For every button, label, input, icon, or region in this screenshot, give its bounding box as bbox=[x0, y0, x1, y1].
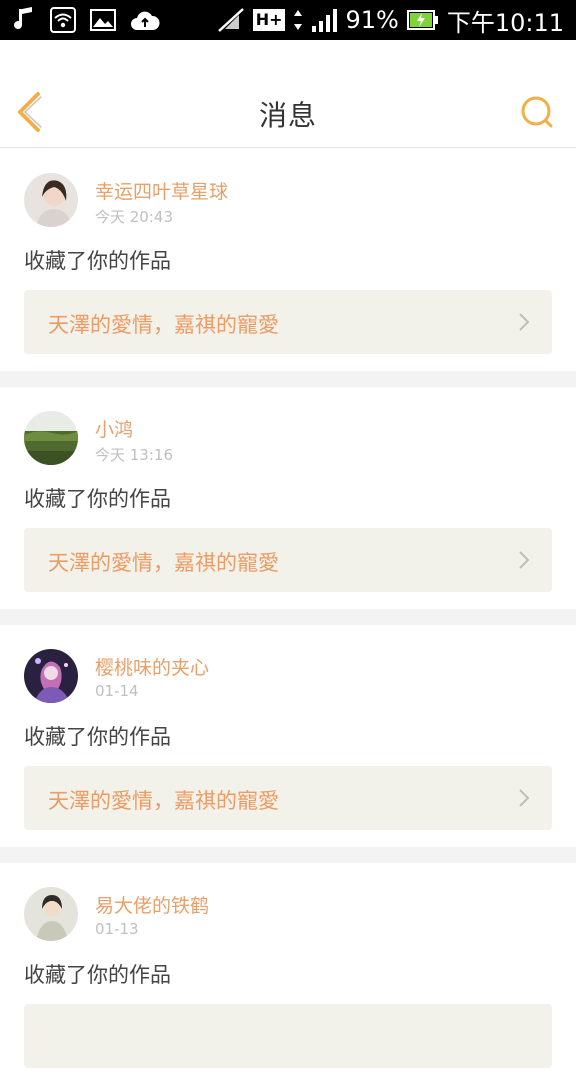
status-bar: H+ 91% 下午10:11 bbox=[0, 0, 576, 40]
header: 消息 bbox=[0, 40, 576, 148]
work-link[interactable]: 天澤的愛情，嘉祺的寵愛 bbox=[24, 290, 552, 354]
clock: 下午10:11 bbox=[446, 8, 564, 37]
timestamp: 01-14 bbox=[95, 682, 139, 700]
timestamp: 01-13 bbox=[95, 920, 139, 938]
list-item: 易大佬的铁鹤 01-13 收藏了你的作品 bbox=[0, 863, 576, 1085]
cloud-upload-icon bbox=[130, 9, 160, 31]
avatar[interactable] bbox=[24, 649, 78, 703]
work-link[interactable] bbox=[24, 1004, 552, 1068]
divider bbox=[0, 609, 576, 625]
no-signal-icon bbox=[217, 7, 245, 33]
signal-bars-icon bbox=[311, 8, 338, 32]
list-item: 幸运四叶草星球 今天 20:43 收藏了你的作品 天澤的愛情，嘉祺的寵愛 bbox=[0, 149, 576, 371]
battery-percent: 91% bbox=[345, 6, 399, 34]
search-icon bbox=[521, 96, 553, 128]
username[interactable]: 樱桃味的夹心 bbox=[95, 653, 209, 680]
avatar[interactable] bbox=[24, 887, 78, 941]
chevron-right-icon bbox=[519, 313, 530, 331]
work-title: 天澤的愛情，嘉祺的寵愛 bbox=[48, 313, 279, 337]
data-arrows-icon bbox=[293, 8, 303, 32]
list-item: 小鸿 今天 13:16 收藏了你的作品 天澤的愛情，嘉祺的寵愛 bbox=[0, 387, 576, 609]
wifi-icon bbox=[50, 7, 76, 33]
divider bbox=[0, 371, 576, 387]
list-item: 樱桃味的夹心 01-14 收藏了你的作品 天澤的愛情，嘉祺的寵愛 bbox=[0, 625, 576, 847]
action-text: 收藏了你的作品 bbox=[24, 963, 171, 987]
search-button[interactable] bbox=[520, 95, 556, 131]
battery-charging-icon bbox=[406, 9, 439, 31]
music-note-icon bbox=[14, 7, 36, 33]
action-text: 收藏了你的作品 bbox=[24, 725, 171, 749]
network-type-icon: H+ bbox=[252, 9, 286, 31]
work-link[interactable]: 天澤的愛情，嘉祺的寵愛 bbox=[24, 766, 552, 830]
timestamp: 今天 20:43 bbox=[95, 208, 173, 226]
chevron-right-icon bbox=[519, 789, 530, 807]
work-link[interactable]: 天澤的愛情，嘉祺的寵愛 bbox=[24, 528, 552, 592]
username[interactable]: 幸运四叶草星球 bbox=[95, 177, 228, 204]
avatar[interactable] bbox=[24, 411, 78, 465]
action-text: 收藏了你的作品 bbox=[24, 487, 171, 511]
work-title: 天澤的愛情，嘉祺的寵愛 bbox=[48, 789, 279, 813]
message-list: 幸运四叶草星球 今天 20:43 收藏了你的作品 天澤的愛情，嘉祺的寵愛 小鸿 … bbox=[0, 149, 576, 1085]
chevron-right-icon bbox=[519, 551, 530, 569]
action-text: 收藏了你的作品 bbox=[24, 249, 171, 273]
username[interactable]: 小鸿 bbox=[95, 415, 133, 442]
work-title: 天澤的愛情，嘉祺的寵愛 bbox=[48, 551, 279, 575]
username[interactable]: 易大佬的铁鹤 bbox=[95, 891, 209, 918]
image-icon bbox=[90, 9, 116, 31]
avatar[interactable] bbox=[24, 173, 78, 227]
divider bbox=[0, 847, 576, 863]
timestamp: 今天 13:16 bbox=[95, 446, 173, 464]
page-title: 消息 bbox=[258, 99, 317, 132]
